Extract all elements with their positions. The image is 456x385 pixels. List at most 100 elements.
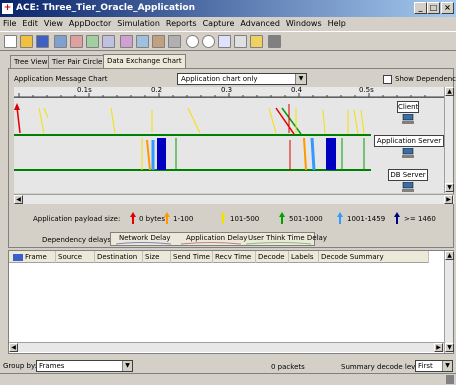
message-arrow [322, 109, 326, 135]
measure-icon[interactable] [218, 35, 231, 48]
column-header[interactable]: Destination [95, 251, 143, 263]
show-dependencies-label: Show Dependencies [395, 75, 456, 83]
minimize-button[interactable]: _ [414, 2, 427, 14]
tools-icon[interactable] [250, 35, 263, 48]
payload-legend: 0 bytes 1-100 101-500 501-1000 1001-1459… [126, 211, 456, 227]
menu-windows[interactable]: Windows [283, 17, 325, 31]
scroll-up-icon[interactable]: ▲ [445, 87, 454, 96]
zoom-out-icon[interactable] [202, 35, 215, 48]
message-arrow [187, 107, 201, 134]
save-icon[interactable] [36, 35, 49, 48]
column-header[interactable]: Decode Summary [319, 251, 429, 263]
summary-decode-label: Summary decode level [341, 363, 422, 371]
table-horizontal-scrollbar[interactable]: ◀ ▶ [9, 342, 444, 352]
chevron-down-icon[interactable]: ▼ [122, 361, 132, 371]
ruler-tick-label: 0.1s [77, 86, 92, 94]
window-title: ACE: Three_Tier_Oracle_Application [16, 3, 196, 13]
message-chart[interactable] [14, 98, 371, 193]
tab-tier-pair-circle[interactable]: Tier Pair Circle [48, 55, 107, 68]
resize-grip-icon[interactable] [446, 375, 454, 384]
column-header[interactable]: Source [56, 251, 95, 263]
menu-reports[interactable]: Reports [163, 17, 200, 31]
arrow-up-icon [130, 212, 136, 224]
column-header[interactable]: Frame [9, 251, 56, 263]
tier-client-button[interactable]: Client [397, 101, 419, 113]
menu-capture[interactable]: Capture [200, 17, 238, 31]
scroll-right-icon[interactable]: ▶ [444, 195, 453, 204]
new-file-icon[interactable] [4, 35, 17, 48]
scroll-up-icon[interactable]: ▲ [445, 251, 454, 260]
column-header[interactable]: Send Time [171, 251, 213, 263]
group-by-select[interactable]: Frames ▼ [36, 360, 133, 372]
graph-icon[interactable] [152, 35, 165, 48]
tier-db-server-button[interactable]: DB Server [388, 169, 428, 181]
arrow-up-icon [337, 212, 343, 224]
scroll-down-icon[interactable]: ▼ [445, 183, 454, 192]
legend-item-label: 1-100 [173, 215, 194, 223]
zoom-in-icon[interactable] [186, 35, 199, 48]
chart-mode-select[interactable]: Application chart only ▼ [177, 73, 307, 85]
menu-simulation[interactable]: Simulation [114, 17, 163, 31]
chart-mode-value: Application chart only [181, 75, 258, 83]
tab-tree-view[interactable]: Tree View [10, 55, 52, 68]
message-arrow [16, 106, 21, 134]
chart-horizontal-scrollbar[interactable]: ◀ ▶ [14, 194, 454, 204]
status-bar [0, 373, 456, 385]
menu-appdoctor[interactable]: AppDoctor [66, 17, 114, 31]
tree-view-icon[interactable] [54, 35, 67, 48]
ruler-tick-label: 0.2 [151, 86, 163, 94]
scroll-right-icon[interactable]: ▶ [434, 343, 443, 352]
message-arrow [353, 109, 359, 135]
close-button[interactable]: × [441, 2, 454, 14]
scroll-down-icon[interactable]: ▼ [445, 343, 454, 352]
menu-file[interactable]: File [0, 17, 19, 31]
compare-icon[interactable] [136, 35, 149, 48]
menu-view[interactable]: View [41, 17, 66, 31]
chevron-down-icon[interactable]: ▼ [442, 361, 452, 371]
column-header[interactable]: Recv Time [213, 251, 256, 263]
column-header[interactable]: Decode [256, 251, 289, 263]
chart-icon[interactable] [86, 35, 99, 48]
delay-legend-lines [115, 242, 312, 245]
circle-view-icon[interactable] [70, 35, 83, 48]
summary-decode-value: First [418, 362, 433, 370]
legend-item-label: 0 bytes [139, 215, 165, 223]
menu-bar: File Edit View AppDoctor Simulation Reports Ca… [0, 17, 456, 31]
open-folder-icon[interactable] [20, 35, 33, 48]
summary-decode-select[interactable]: First ▼ [415, 360, 453, 372]
ruler-tick-label: 0.4 [291, 86, 303, 94]
menu-help[interactable]: Help [325, 17, 349, 31]
delay-legend: Network Delay Application Delay User Thi… [110, 232, 327, 246]
computer-icon [402, 182, 414, 192]
table-vertical-scrollbar[interactable]: ▲ ▼ [444, 251, 454, 353]
show-dependencies-checkbox[interactable] [383, 75, 392, 84]
tab-data-exchange-chart[interactable]: Data Exchange Chart [103, 54, 186, 68]
message-arrow [268, 107, 277, 134]
bar-chart-icon[interactable] [168, 35, 181, 48]
large-payload-bar [326, 138, 336, 170]
message-arrow [110, 107, 116, 134]
maximize-button[interactable]: □ [427, 2, 440, 14]
column-header[interactable]: Labels [289, 251, 319, 263]
delay-legend-label: Dependency delays: [42, 236, 114, 244]
annotate-icon[interactable] [234, 35, 247, 48]
print-icon[interactable] [268, 35, 281, 48]
filter-icon[interactable] [120, 35, 133, 48]
group-by-value: Frames [39, 362, 65, 370]
arrow-up-icon [394, 212, 400, 224]
column-header[interactable]: Size [143, 251, 171, 263]
table-icon[interactable] [102, 35, 115, 48]
ruler-tick-label: 0.5s [359, 86, 374, 94]
menu-advanced[interactable]: Advanced [237, 17, 283, 31]
tier-app-server-button[interactable]: Application Server [374, 135, 444, 147]
scroll-left-icon[interactable]: ◀ [14, 195, 23, 204]
message-chart-svg [14, 103, 371, 171]
menu-edit[interactable]: Edit [19, 17, 41, 31]
scroll-left-icon[interactable]: ◀ [9, 343, 18, 352]
title-bar: ACE: Three_Tier_Oracle_Application [0, 0, 456, 17]
chevron-down-icon[interactable]: ▼ [295, 74, 306, 84]
packet-count: 0 packets [271, 363, 305, 371]
chart-vertical-scrollbar[interactable]: ▲ ▼ [444, 87, 454, 193]
message-arrow [146, 139, 151, 171]
message-arrow [43, 107, 49, 119]
